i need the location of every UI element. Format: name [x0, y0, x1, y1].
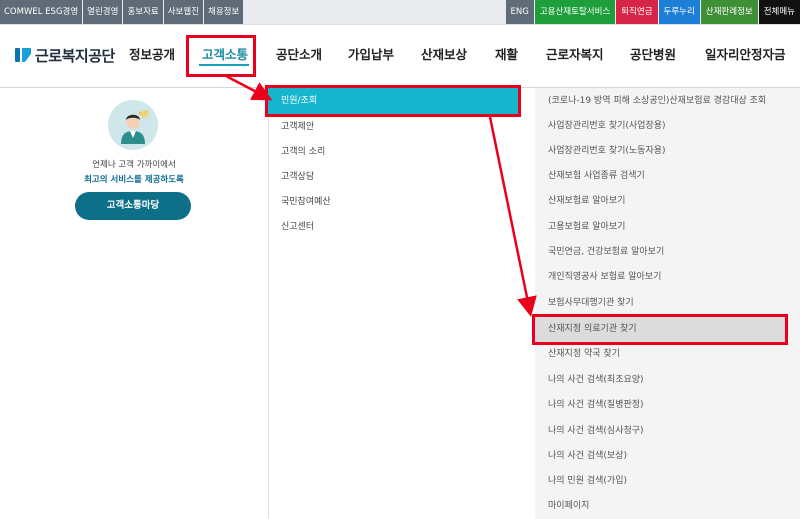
util-link-pr[interactable]: 홍보자료	[123, 0, 163, 24]
util-link-total-service[interactable]: 고용산재토탈서비스	[534, 0, 616, 24]
nav-item-compensation[interactable]: 산재보상	[421, 43, 467, 67]
avatar	[108, 100, 158, 150]
util-link-webzine[interactable]: 사보웹진	[163, 0, 204, 24]
detail-item[interactable]: 개인직영공사 보험료 알아보기	[548, 270, 661, 284]
util-link-precedent[interactable]: 산재판례정보	[700, 0, 758, 24]
nav-item-welfare[interactable]: 근로자복지	[546, 43, 604, 67]
sub-menu-item-voice[interactable]: 고객의 소리	[281, 145, 325, 159]
customer-panel: 언제나 고객 가까이에서 최고의 서비스를 제공하도록 고객소통마당	[0, 88, 268, 519]
detail-item[interactable]: 산재보험료 알아보기	[548, 194, 625, 208]
highlight-box-detail	[532, 314, 788, 345]
utility-links-left: COMWEL ESG경영 열린경영 홍보자료 사보웹진 채용정보	[0, 0, 244, 24]
detail-item[interactable]: 산재지정 약국 찾기	[548, 347, 620, 361]
detail-item[interactable]: 나의 민원 검색(가입)	[548, 474, 627, 488]
nav-item-about[interactable]: 공단소개	[276, 43, 322, 67]
detail-item[interactable]: (코로나-19 방역 피해 소상공인)산재보험료 경감대상 조회	[548, 94, 766, 108]
logo-text: 근로복지공단	[35, 46, 115, 65]
util-link-open-management[interactable]: 열린경영	[83, 0, 123, 24]
util-link-all-menu[interactable]: 전체메뉴	[758, 0, 800, 24]
utility-bar: COMWEL ESG경영 열린경영 홍보자료 사보웹진 채용정보 ENG 고용산…	[0, 0, 800, 25]
help-text-emphasis: 최고의 서비스를 제공하도록	[84, 175, 184, 185]
nav-item-payment[interactable]: 가입납부	[348, 43, 394, 67]
detail-item[interactable]: 사업장관리번호 찾기(사업장용)	[548, 119, 666, 133]
sub-menu-item-consult[interactable]: 고객상담	[281, 170, 314, 184]
mega-menu: 언제나 고객 가까이에서 최고의 서비스를 제공하도록 고객소통마당	[0, 88, 800, 519]
sub-menu-item-suggestion[interactable]: 고객제안	[281, 120, 314, 134]
sub-menu-item-report[interactable]: 신고센터	[281, 220, 314, 234]
nav-item-hospital[interactable]: 공단병원	[630, 43, 676, 67]
help-text: 언제나 고객 가까이에서	[92, 160, 176, 170]
detail-item[interactable]: 산재보험 사업종류 검색기	[548, 169, 645, 183]
detail-item[interactable]: 보험사무대행기관 찾기	[548, 296, 634, 310]
detail-item[interactable]: 나의 사건 검색(보상)	[548, 449, 627, 463]
util-link-recruit[interactable]: 채용정보	[204, 0, 244, 24]
detail-item[interactable]: 사업장관리번호 찾기(노동자용)	[548, 144, 666, 158]
util-link-eng[interactable]: ENG	[505, 0, 534, 24]
highlight-box-nav	[186, 35, 256, 77]
main-nav: 근로복지공단 정보공개 고객소통 공단소개 가입납부 산재보상 재활 근로자복지…	[0, 25, 800, 88]
detail-item[interactable]: 나의 사건 검색(최초요양)	[548, 373, 644, 387]
detail-item[interactable]: 나의 사건 검색(질병판정)	[548, 398, 644, 412]
nav-item-info-disclosure[interactable]: 정보공개	[129, 43, 175, 67]
detail-item[interactable]: 마이페이지	[548, 499, 589, 513]
utility-links-right: ENG 고용산재토탈서비스 퇴직연금 두루누리 산재판례정보 전체메뉴	[505, 0, 800, 24]
site-logo[interactable]: 근로복지공단	[14, 43, 115, 67]
util-link-durunuri[interactable]: 두루누리	[658, 0, 700, 24]
nav-item-rehab[interactable]: 재활	[495, 43, 518, 67]
customer-communication-button[interactable]: 고객소통마당	[75, 192, 191, 220]
util-link-pension[interactable]: 퇴직연금	[616, 0, 658, 24]
detail-item[interactable]: 고용보험료 알아보기	[548, 220, 625, 234]
detail-item[interactable]: 국민연금, 건강보험료 알아보기	[548, 245, 664, 259]
agent-icon	[108, 100, 158, 150]
detail-item[interactable]: 나의 사건 검색(심사청구)	[548, 424, 644, 438]
nav-item-job-fund[interactable]: 일자리안정자금	[705, 43, 786, 67]
util-link-esg[interactable]: COMWEL ESG경영	[0, 0, 83, 24]
sub-menu-item-budget[interactable]: 국민참여예산	[281, 195, 331, 209]
logo-icon	[15, 48, 31, 62]
highlight-box-submenu	[265, 85, 521, 117]
